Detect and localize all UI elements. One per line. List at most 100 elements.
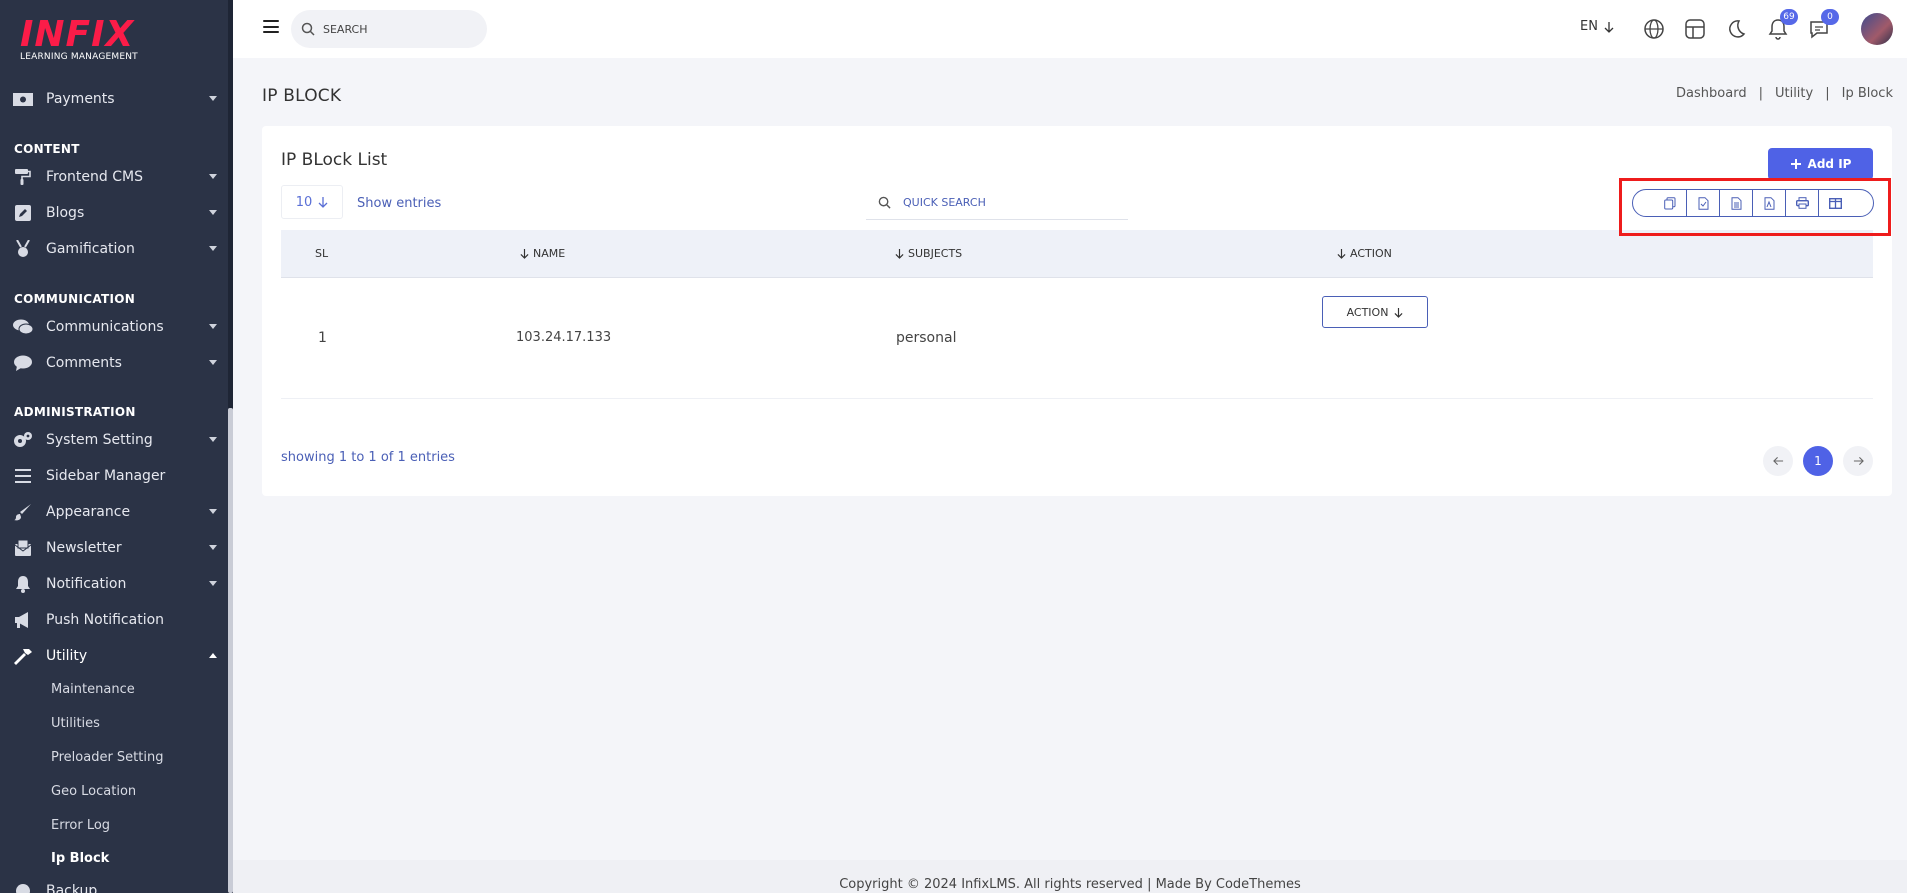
sidebar-item-label: Sidebar Manager [46, 468, 166, 484]
excel-icon[interactable] [1719, 190, 1752, 216]
column-header-sl[interactable]: SL [315, 247, 328, 260]
sidebar-item-backup[interactable]: Backup [12, 877, 217, 893]
arrow-down-icon [1394, 307, 1403, 318]
sidebar-item-sidebar-manager[interactable]: Sidebar Manager [12, 462, 217, 490]
column-label: NAME [533, 247, 566, 260]
search-input[interactable] [323, 22, 473, 36]
sidebar: INFIX LEARNING MANAGEMENT Payments CONTE… [0, 0, 233, 893]
sidebar-item-label: Notification [46, 576, 127, 592]
search-icon [878, 196, 891, 209]
sidebar-item-frontend-cms[interactable]: Frontend CMS [12, 163, 217, 191]
footer: Copyright © 2024 InfixLMS. All rights re… [233, 860, 1907, 893]
chevron-down-icon [209, 509, 217, 514]
language-selector[interactable]: EN [1580, 19, 1614, 34]
globe-icon[interactable] [1642, 17, 1666, 41]
chevron-down-icon [209, 437, 217, 442]
sidebar-heading-communication: COMMUNICATION [14, 292, 136, 306]
chevron-down-icon [209, 545, 217, 550]
sidebar-subitem-geo-location[interactable]: Geo Location [51, 784, 136, 799]
sidebar-item-comments[interactable]: Comments [12, 349, 217, 377]
plus-icon [1790, 159, 1801, 169]
chevron-up-icon [209, 653, 217, 658]
moon-icon[interactable] [1724, 17, 1748, 41]
sidebar-item-gamification[interactable]: Gamification [12, 235, 217, 263]
pdf-icon[interactable] [1752, 190, 1785, 216]
layout-icon[interactable] [1683, 17, 1707, 41]
sidebar-item-label: System Setting [46, 432, 153, 448]
edit-square-icon [12, 204, 34, 222]
sidebar-item-appearance[interactable]: Appearance [12, 498, 217, 526]
comment-icon [12, 354, 34, 372]
sidebar-heading-content: CONTENT [14, 142, 80, 156]
gears-icon [12, 431, 34, 449]
cell-subjects: personal [896, 330, 957, 346]
print-icon[interactable] [1785, 190, 1818, 216]
entries-select[interactable]: 10 [281, 185, 343, 219]
breadcrumb-dashboard[interactable]: Dashboard [1676, 86, 1747, 101]
messages-button[interactable]: 0 [1807, 9, 1839, 41]
action-label: ACTION [1346, 305, 1389, 319]
chevron-down-icon [209, 96, 217, 101]
sidebar-subitem-ip-block[interactable]: Ip Block [51, 851, 109, 866]
sidebar-item-label: Newsletter [46, 540, 122, 556]
paint-roller-icon [12, 168, 34, 186]
logo-subtitle: LEARNING MANAGEMENT [20, 52, 138, 62]
sidebar-item-push-notification[interactable]: Push Notification [12, 606, 217, 634]
sidebar-item-system-setting[interactable]: System Setting [12, 426, 217, 454]
sidebar-scrollbar[interactable] [228, 0, 233, 893]
chevron-down-icon [209, 210, 217, 215]
add-ip-button[interactable]: Add IP [1768, 148, 1873, 180]
quick-search[interactable] [866, 186, 1128, 220]
column-header-name[interactable]: NAME [520, 247, 565, 260]
column-header-action[interactable]: ACTION [1337, 247, 1392, 260]
scrollbar-thumb[interactable] [228, 408, 233, 893]
sidebar-item-label: Gamification [46, 241, 135, 257]
export-button-group [1632, 189, 1874, 217]
chevron-down-icon [209, 324, 217, 329]
notification-bell[interactable]: 69 [1766, 9, 1798, 41]
header-search[interactable] [291, 10, 487, 48]
sidebar-subitem-preloader-setting[interactable]: Preloader Setting [51, 750, 163, 765]
arrow-right-icon [1853, 456, 1864, 466]
sidebar-item-communications[interactable]: Communications [12, 313, 217, 341]
footer-text: Copyright © 2024 InfixLMS. All rights re… [839, 877, 1301, 892]
ip-block-card: IP BLock List Add IP 10 Show entries SL … [262, 126, 1892, 496]
hammer-icon [12, 647, 34, 665]
columns-icon[interactable] [1818, 190, 1851, 216]
sidebar-item-label: Communications [46, 319, 164, 335]
sidebar-item-utility[interactable]: Utility [12, 642, 217, 670]
breadcrumb-utility[interactable]: Utility [1775, 86, 1813, 101]
cell-ip-name: 103.24.17.133 [516, 330, 612, 345]
sort-arrow-icon [520, 249, 529, 259]
sidebar-subitem-error-log[interactable]: Error Log [51, 818, 110, 833]
breadcrumb: Dashboard | Utility | Ip Block [1676, 86, 1893, 101]
sidebar-subitem-utilities[interactable]: Utilities [51, 716, 100, 731]
avatar[interactable] [1861, 13, 1893, 45]
sidebar-item-newsletter[interactable]: Newsletter [12, 534, 217, 562]
backup-icon [12, 882, 34, 893]
previous-page-button[interactable] [1763, 446, 1793, 476]
column-header-subjects[interactable]: SUBJECTS [895, 247, 962, 260]
chevron-down-icon [209, 174, 217, 179]
csv-icon[interactable] [1686, 190, 1719, 216]
sidebar-item-label: Push Notification [46, 612, 165, 628]
next-page-button[interactable] [1843, 446, 1873, 476]
breadcrumb-separator: | [1825, 86, 1830, 101]
menu-toggle-icon[interactable] [263, 20, 279, 33]
language-label: EN [1580, 19, 1598, 34]
breadcrumb-current: Ip Block [1841, 86, 1893, 101]
copy-icon[interactable] [1653, 190, 1686, 216]
sidebar-item-blogs[interactable]: Blogs [12, 199, 217, 227]
sidebar-subitem-maintenance[interactable]: Maintenance [51, 682, 135, 697]
showing-entries-text: showing 1 to 1 of 1 entries [281, 450, 455, 465]
logo[interactable]: INFIX LEARNING MANAGEMENT [20, 16, 138, 63]
entries-label: Show entries [357, 196, 442, 211]
column-label: ACTION [1350, 247, 1392, 260]
sidebar-item-payments[interactable]: Payments [12, 85, 217, 113]
sidebar-item-notification[interactable]: Notification [12, 570, 217, 598]
arrow-down-icon [1604, 21, 1614, 33]
page-button-1[interactable]: 1 [1803, 446, 1833, 476]
quick-search-input[interactable] [903, 196, 1103, 209]
row-action-button[interactable]: ACTION [1322, 296, 1428, 328]
cell-sl: 1 [318, 330, 327, 346]
